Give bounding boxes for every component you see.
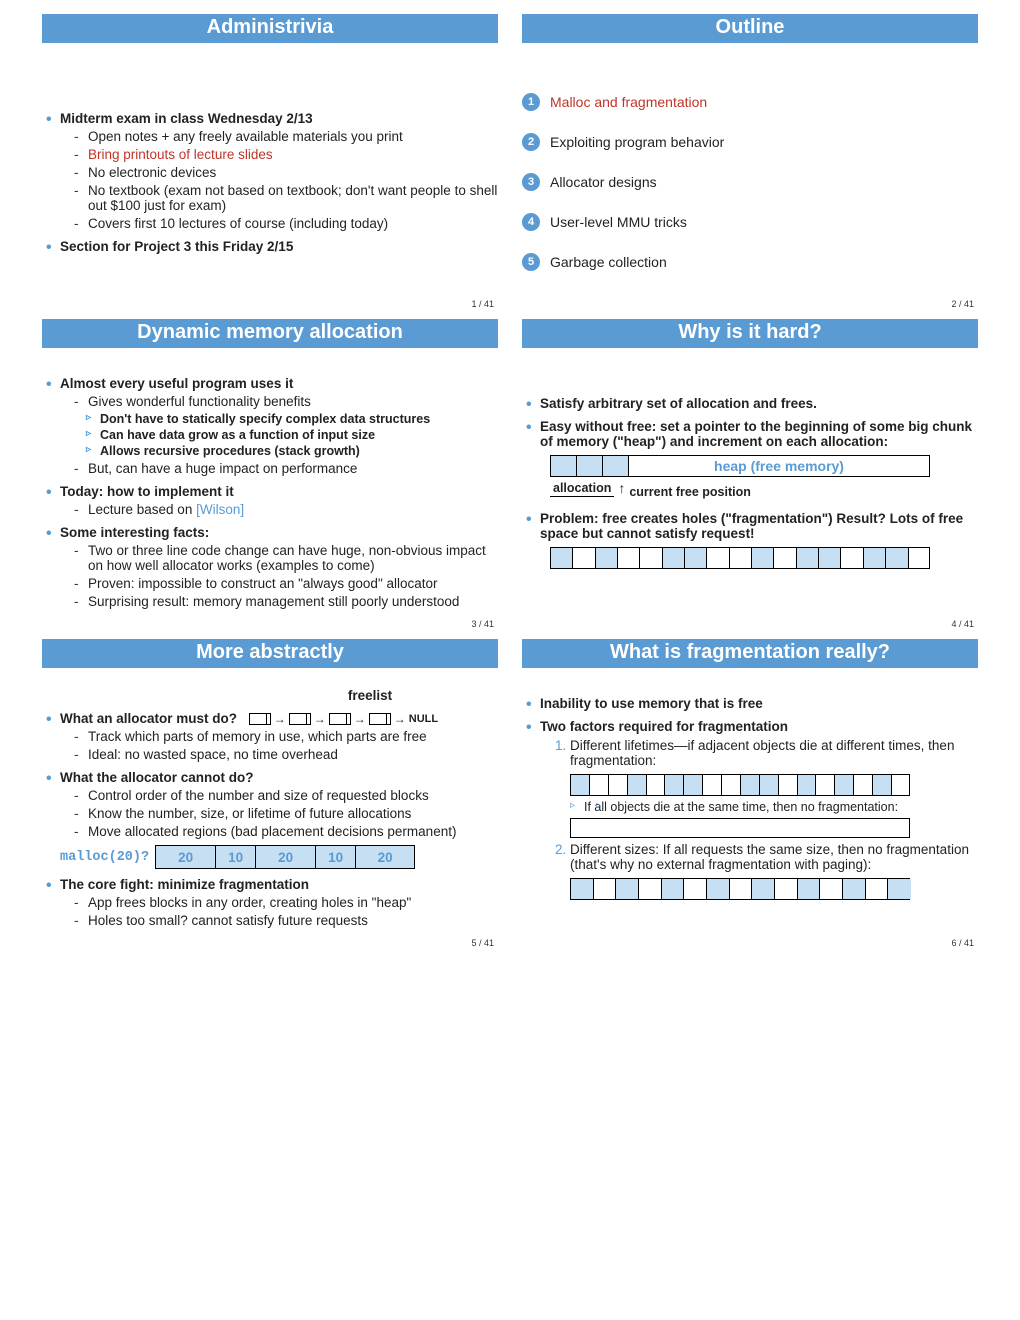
sub-bullet: Ideal: no wasted space, no time overhead <box>60 747 498 762</box>
slide-outline: Outline 1Malloc and fragmentation 2Explo… <box>510 14 990 319</box>
empty-heap-diagram <box>570 818 910 838</box>
outline-item: 2Exploiting program behavior <box>522 133 978 151</box>
arrow-right-icon: → <box>314 712 326 726</box>
page-number: 2 / 41 <box>522 299 978 309</box>
sub-bullet: Gives wonderful functionality benefits <box>60 394 498 409</box>
sub2-bullet: Don't have to statically specify complex… <box>60 412 498 426</box>
slide-more-abstractly: More abstractly freelist What an allocat… <box>30 639 510 958</box>
slide-grid: Administrivia Midterm exam in class Wedn… <box>0 0 1020 978</box>
slide-fragmentation: What is fragmentation really? Inability … <box>510 639 990 958</box>
page-number: 3 / 41 <box>42 619 498 629</box>
sub-bullet: Covers first 10 lectures of course (incl… <box>60 216 498 231</box>
sub-bullet: Two or three line code change can have h… <box>60 543 498 573</box>
heap-diagram <box>570 774 910 796</box>
bullet: Today: how to implement it Lecture based… <box>42 484 498 517</box>
freelist-diagram: → → → → NULL <box>249 712 438 726</box>
sub-bullet: Know the number, size, or lifetime of fu… <box>60 806 498 821</box>
number-badge: 5 <box>522 253 540 271</box>
bullet: Midterm exam in class Wednesday 2/13 Ope… <box>42 111 498 231</box>
slide-title: Dynamic memory allocation <box>42 319 498 348</box>
slide-title: Outline <box>522 14 978 43</box>
outline-item: 3Allocator designs <box>522 173 978 191</box>
bullet: Easy without free: set a pointer to the … <box>522 419 978 449</box>
sub-bullet: Proven: impossible to construct an "alwa… <box>60 576 498 591</box>
arrow-right-icon: → <box>354 712 366 726</box>
page-number: 1 / 41 <box>42 299 498 309</box>
slide-dynamic-memory: Dynamic memory allocation Almost every u… <box>30 319 510 639</box>
arrow-right-icon: → <box>274 712 286 726</box>
arrow-up-icon: ↑ <box>618 481 625 495</box>
slide-why-hard: Why is it hard? Satisfy arbitrary set of… <box>510 319 990 639</box>
number-badge: 1 <box>522 93 540 111</box>
bullet: What the allocator cannot do? Control or… <box>42 770 498 839</box>
heap-diagram <box>570 878 910 900</box>
slide-title: What is fragmentation really? <box>522 639 978 668</box>
bullet: The core fight: minimize fragmentation A… <box>42 877 498 928</box>
number-badge: 4 <box>522 213 540 231</box>
sub-bullet: Track which parts of memory in use, whic… <box>60 729 498 744</box>
slide-title: Administrivia <box>42 14 498 43</box>
bullet: Satisfy arbitrary set of allocation and … <box>522 396 978 411</box>
sub-bullet: Surprising result: memory management sti… <box>60 594 498 609</box>
sub-bullet: App frees blocks in any order, creating … <box>60 895 498 910</box>
number-badge: 3 <box>522 173 540 191</box>
slide-title: Why is it hard? <box>522 319 978 348</box>
freelist-label: freelist <box>242 688 498 703</box>
sub-bullet: No textbook (exam not based on textbook;… <box>60 183 498 213</box>
allocation-pointer: allocation ↑ current free position <box>550 481 930 499</box>
bullet: Some interesting facts: Two or three lin… <box>42 525 498 609</box>
slide-title: More abstractly <box>42 639 498 668</box>
sub-bullet: No electronic devices <box>60 165 498 180</box>
numbered-item: Different lifetimes—if adjacent objects … <box>570 738 978 838</box>
number-badge: 2 <box>522 133 540 151</box>
bullet: Inability to use memory that is free <box>522 696 978 711</box>
note: ▹ If all objects die at the same time, t… <box>570 800 978 814</box>
sub-bullet: Lecture based on [Wilson] <box>60 502 498 517</box>
outline-item: 5Garbage collection <box>522 253 978 271</box>
outline-item: 4User-level MMU tricks <box>522 213 978 231</box>
sub-bullet: Bring printouts of lecture slides <box>60 147 498 162</box>
citation-link[interactable]: [Wilson] <box>196 502 244 517</box>
slide-administrivia: Administrivia Midterm exam in class Wedn… <box>30 14 510 319</box>
sub2-bullet: Can have data grow as a function of inpu… <box>60 428 498 442</box>
sub-bullet: Move allocated regions (bad placement de… <box>60 824 498 839</box>
bullet: Section for Project 3 this Friday 2/15 <box>42 239 498 254</box>
sub2-bullet: Allows recursive procedures (stack growt… <box>60 444 498 458</box>
page-number: 4 / 41 <box>522 619 978 629</box>
page-number: 6 / 41 <box>522 938 978 948</box>
sub-bullet: But, can have a huge impact on performan… <box>60 461 498 476</box>
sub-bullet: Open notes + any freely available materi… <box>60 129 498 144</box>
arrow-right-icon: → <box>394 712 406 726</box>
sub-bullet: Holes too small? cannot satisfy future r… <box>60 913 498 928</box>
bullet: Problem: free creates holes ("fragmentat… <box>522 511 978 541</box>
bullet: Almost every useful program uses it Give… <box>42 376 498 476</box>
malloc-diagram: malloc(20)? 2010201020 <box>60 845 498 869</box>
bullet: Two factors required for fragmentation D… <box>522 719 978 900</box>
fragmented-heap-diagram <box>550 547 930 569</box>
sub-bullet: Control order of the number and size of … <box>60 788 498 803</box>
numbered-item: Different sizes: If all requests the sam… <box>570 842 978 900</box>
heap-diagram: heap (free memory) <box>550 455 930 477</box>
bullet: What an allocator must do? → → → → NULL … <box>42 711 498 762</box>
page-number: 5 / 41 <box>42 938 498 948</box>
outline-item: 1Malloc and fragmentation <box>522 93 978 111</box>
